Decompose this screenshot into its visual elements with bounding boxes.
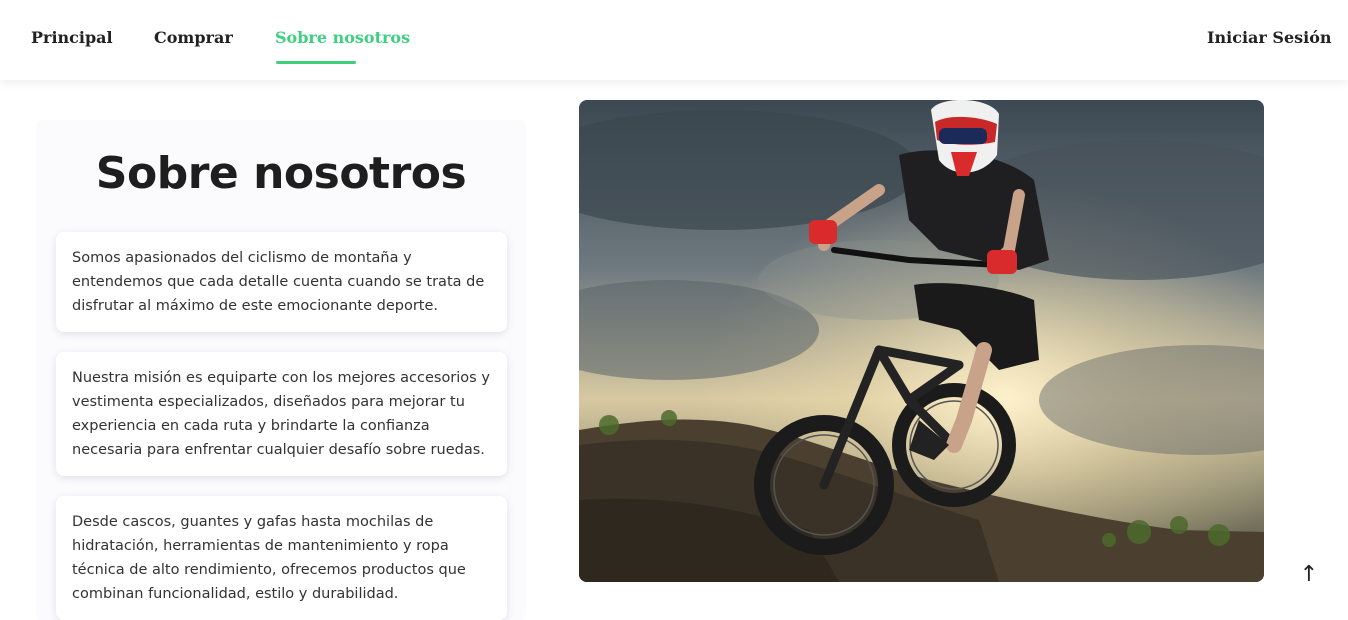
login-link[interactable]: Iniciar Sesión bbox=[1207, 28, 1332, 47]
about-card: Somos apasionados del ciclismo de montañ… bbox=[56, 232, 507, 332]
about-panel: Sobre nosotros Somos apasionados del cic… bbox=[36, 120, 526, 620]
page-title: Sobre nosotros bbox=[95, 148, 467, 199]
nav-link-principal[interactable]: Principal bbox=[31, 28, 113, 47]
scroll-to-top-arrow-icon[interactable]: ↑ bbox=[1298, 562, 1320, 592]
about-paragraph: Desde cascos, guantes y gafas hasta moch… bbox=[72, 514, 466, 602]
top-navigation-bar: Principal Comprar Sobre nosotros Iniciar… bbox=[0, 0, 1348, 80]
about-card: Nuestra misión es equiparte con los mejo… bbox=[56, 352, 507, 476]
mountain-biker-photo bbox=[579, 100, 1264, 582]
about-paragraph: Somos apasionados del ciclismo de montañ… bbox=[72, 250, 485, 314]
nav-link-comprar[interactable]: Comprar bbox=[154, 28, 233, 47]
nav-link-sobre-nosotros[interactable]: Sobre nosotros bbox=[275, 28, 410, 47]
about-card: Desde cascos, guantes y gafas hasta moch… bbox=[56, 496, 507, 620]
about-paragraph: Nuestra misión es equiparte con los mejo… bbox=[72, 370, 490, 458]
active-nav-indicator bbox=[276, 61, 356, 64]
